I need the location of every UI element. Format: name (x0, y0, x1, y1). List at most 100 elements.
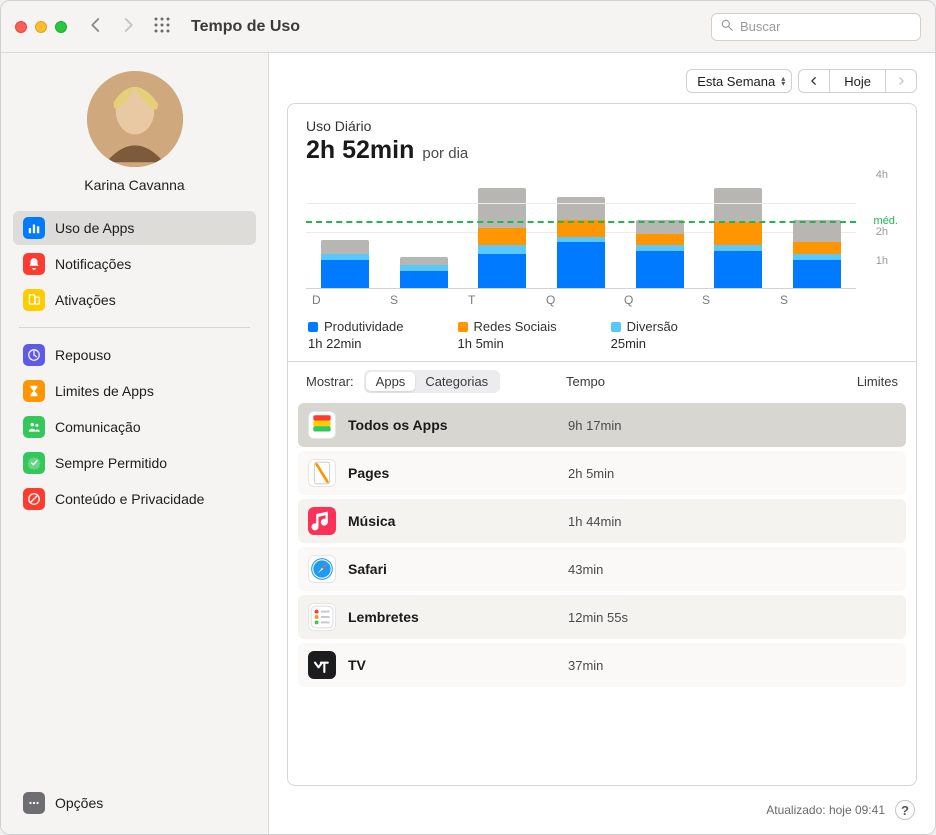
hourglass-icon (23, 380, 45, 402)
nosign-icon (23, 488, 45, 510)
sidebar-item-label: Repouso (55, 347, 111, 363)
app-row[interactable]: Lembretes12min 55s (298, 595, 906, 639)
pages-icon (308, 459, 336, 487)
column-header-limits: Limites (778, 374, 898, 389)
seg-option-apps[interactable]: Apps (366, 372, 416, 391)
sidebar-item-communication[interactable]: Comunicação (13, 410, 256, 444)
search-input[interactable] (740, 19, 916, 34)
sidebar-item-label: Comunicação (55, 419, 141, 435)
usage-panel: Uso Diário 2h 52min por dia méd. 4h 2h 1… (287, 103, 917, 786)
seg-option-categories[interactable]: Categorias (415, 372, 498, 391)
app-row[interactable]: Safari43min (298, 547, 906, 591)
avg-line (306, 221, 856, 223)
summary-value: 2h 52min (306, 136, 414, 165)
people-icon (23, 416, 45, 438)
ellipsis-icon (23, 792, 45, 814)
zoom-window-button[interactable] (55, 21, 67, 33)
filter-label: Mostrar: (306, 374, 354, 389)
sidebar-separator (19, 327, 250, 328)
chart-bar (793, 220, 841, 288)
sidebar-item-notifications[interactable]: Notificações (13, 247, 256, 281)
avatar (87, 71, 183, 167)
legend-item: Redes Sociais 1h 5min (458, 319, 557, 351)
titlebar: Tempo de Uso (1, 1, 935, 53)
usage-chart: méd. 4h 2h 1h DSTQQSS (306, 175, 898, 307)
window-title: Tempo de Uso (191, 18, 300, 36)
next-period-button[interactable] (886, 69, 917, 93)
music-icon (308, 507, 336, 535)
app-row[interactable]: TV 37min (298, 643, 906, 687)
tv-icon (308, 651, 336, 679)
back-button[interactable] (87, 16, 105, 37)
user-profile: Karina Cavanna (13, 71, 256, 193)
ytick: 2h (876, 226, 888, 238)
app-time: 9h 17min (568, 418, 786, 433)
legend-swatch (308, 322, 318, 332)
app-name: Safari (348, 561, 387, 577)
sidebar-item-always-allowed[interactable]: Sempre Permitido (13, 446, 256, 480)
device-icon (23, 289, 45, 311)
sidebar-item-label: Conteúdo e Privacidade (55, 491, 204, 507)
close-window-button[interactable] (15, 21, 27, 33)
app-name: TV (348, 657, 366, 673)
period-nav: Hoje (798, 69, 917, 93)
chart-bar (636, 220, 684, 288)
show-segmented-control[interactable]: Apps Categorias (364, 370, 501, 393)
legend-swatch (611, 322, 621, 332)
app-name: Lembretes (348, 609, 419, 625)
forward-button[interactable] (119, 16, 137, 37)
period-controls: Esta Semana ▴▾ Hoje (287, 69, 917, 93)
avg-label: méd. (874, 215, 898, 227)
summary-title: Uso Diário (306, 118, 898, 134)
chart-bar-icon (23, 217, 45, 239)
chart-bar (714, 188, 762, 288)
app-time: 37min (568, 658, 786, 673)
sidebar-item-content-privacy[interactable]: Conteúdo e Privacidade (13, 482, 256, 516)
x-axis-labels: DSTQQSS (306, 293, 856, 307)
app-name: Pages (348, 465, 389, 481)
sidebar-section-limits: Repouso Limites de Apps Comunicação (13, 338, 256, 516)
search-icon (720, 18, 734, 35)
period-range-dropdown[interactable]: Esta Semana ▴▾ (686, 69, 792, 93)
chart-bar (557, 197, 605, 288)
prev-period-button[interactable] (798, 69, 829, 93)
window-controls (15, 21, 67, 33)
dropdown-label: Esta Semana (697, 74, 775, 89)
stack-icon (308, 411, 336, 439)
show-all-prefs-button[interactable] (153, 16, 171, 37)
app-row[interactable]: Música1h 44min (298, 499, 906, 543)
last-updated: Atualizado: hoje 09:41 (766, 803, 885, 817)
sidebar: Karina Cavanna Uso de Apps Notificações (1, 53, 269, 834)
minimize-window-button[interactable] (35, 21, 47, 33)
legend-item: Diversão 25min (611, 319, 678, 351)
search-field[interactable] (711, 13, 921, 41)
sidebar-section-reports: Uso de Apps Notificações Ativações (13, 211, 256, 317)
history-nav (87, 16, 137, 37)
app-row[interactable]: Todos os Apps 9h 17min (298, 403, 906, 447)
chart-bar (321, 240, 369, 288)
app-name: Todos os Apps (348, 417, 448, 433)
bell-icon (23, 253, 45, 275)
sidebar-item-pickups[interactable]: Ativações (13, 283, 256, 317)
ytick: 1h (876, 255, 888, 267)
app-time: 2h 5min (568, 466, 786, 481)
app-time: 1h 44min (568, 514, 786, 529)
chart-legend: Produtividade 1h 22min Redes Sociais 1h … (306, 319, 898, 351)
legend-swatch (458, 322, 468, 332)
help-button[interactable]: ? (895, 800, 915, 820)
chevrons-updown-icon: ▴▾ (781, 76, 785, 86)
sidebar-item-app-usage[interactable]: Uso de Apps (13, 211, 256, 245)
sidebar-item-app-limits[interactable]: Limites de Apps (13, 374, 256, 408)
filter-bar: Mostrar: Apps Categorias Tempo Limites (288, 362, 916, 401)
ytick: 4h (876, 169, 888, 181)
column-header-time: Tempo (566, 374, 778, 389)
moon-icon (23, 344, 45, 366)
sidebar-item-options[interactable]: Opções (13, 786, 256, 820)
apps-list: Todos os Apps 9h 17min Pages 2h 5min Música1… (288, 401, 916, 697)
chart-bar (478, 188, 526, 288)
safari-icon (308, 555, 336, 583)
app-row[interactable]: Pages 2h 5min (298, 451, 906, 495)
content: Esta Semana ▴▾ Hoje Uso D (269, 53, 935, 834)
today-button[interactable]: Hoje (829, 69, 886, 93)
sidebar-item-downtime[interactable]: Repouso (13, 338, 256, 372)
